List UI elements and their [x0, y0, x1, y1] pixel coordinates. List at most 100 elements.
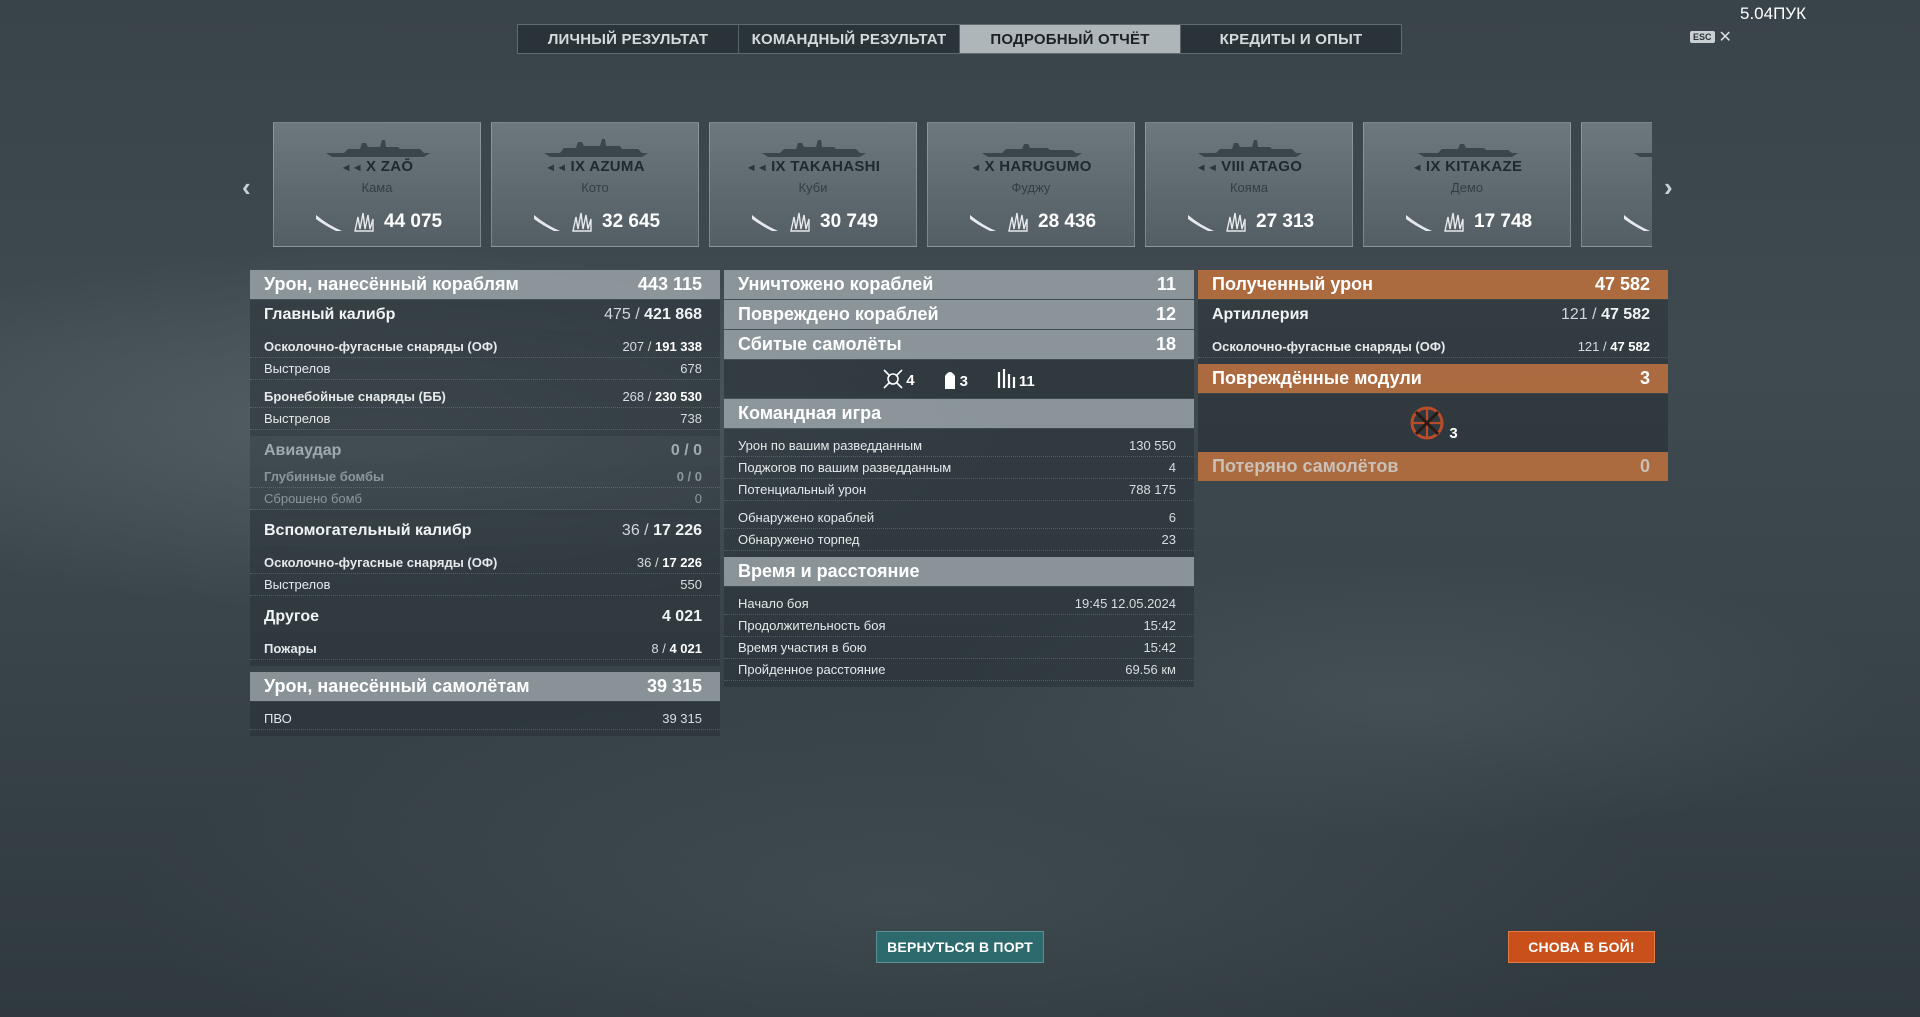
planes-shot-down-label: Сбитые самолёты	[738, 334, 902, 354]
damage-to-ships-value: 443 115	[637, 274, 702, 294]
other-damage-row: Другое 4 021	[250, 602, 720, 632]
team-row-label: Обнаружено кораблей	[738, 510, 875, 525]
splash-damage-icon	[354, 212, 374, 232]
team-row-value: 788 175	[1129, 482, 1176, 497]
ship-damage: 30 749	[820, 211, 879, 232]
team-row-value: 6	[1168, 510, 1176, 525]
fires-label: Пожары	[264, 641, 317, 656]
bombs-dropped-value: 0	[694, 491, 702, 506]
chevron-right-icon[interactable]: ›	[1664, 172, 1673, 203]
ships-destroyed-label: Уничтожено кораблей	[738, 274, 934, 294]
ship-card[interactable]: ◄◄ IX TAKAHASHI Куби 30 749	[709, 122, 917, 247]
planes-shot-down-value: 18	[1155, 334, 1176, 354]
team-row-label: Поджогов по вашим разведданным	[738, 460, 952, 475]
he-shells-label: Осколочно-фугасные снаряды (ОФ)	[264, 339, 498, 354]
player-name: Куби	[798, 180, 828, 195]
torpedo-hit-icon	[534, 215, 560, 231]
damage-to-ships-label: Урон, нанесённый кораблям	[264, 274, 519, 294]
battle-summary-panel: Уничтожено кораблей 11 Повреждено корабл…	[724, 270, 1194, 687]
received-he-value: 47 582	[1610, 339, 1650, 354]
time-row-value: 15:42	[1143, 640, 1176, 655]
torpedo-hit-icon	[752, 215, 778, 231]
team-row: Урон по вашим разведданным 130 550	[724, 435, 1194, 457]
ships-destroyed-value: 11	[1156, 274, 1176, 294]
ap-shells-hits: 268 /	[622, 389, 652, 404]
ships-damaged-value: 12	[1155, 304, 1176, 324]
team-row-value: 23	[1161, 532, 1176, 547]
damage-received-label: Полученный урон	[1212, 274, 1373, 294]
other-damage-value: 4 021	[661, 608, 702, 625]
secondary-shots-row: Выстрелов 550	[250, 574, 720, 596]
team-row-value: 4	[1168, 460, 1176, 475]
depth-charges-label: Глубинные бомбы	[264, 469, 385, 484]
splash-damage-icon	[572, 212, 592, 232]
airstrike-label: Авиаудар	[264, 442, 342, 459]
damage-to-planes-label: Урон, нанесённый самолётам	[264, 676, 530, 696]
ships-damaged-row: Повреждено кораблей 12	[724, 300, 1194, 329]
fires-row: Пожары 8 / 4 021	[250, 638, 720, 660]
time-row: Пройденное расстояние 69.56 км	[724, 659, 1194, 681]
close-icon[interactable]: ✕	[1719, 27, 1732, 47]
planes-shot-down-row: Сбитые самолёты 18	[724, 330, 1194, 359]
he-shots-value: 678	[680, 361, 702, 376]
main-battery-hits: 475 /	[604, 306, 640, 323]
ship-name: ◄◄ VIII ATAGO	[1195, 158, 1303, 175]
damaged-modules-label: Повреждённые модули	[1212, 368, 1422, 388]
crosshair-icon	[883, 369, 903, 389]
damage-received-value: 47 582	[1594, 274, 1650, 294]
damage-received-panel: Полученный урон 47 582 Артиллерия 121 / …	[1198, 270, 1668, 482]
secondary-he-hits: 36 /	[636, 555, 659, 570]
fires-hits: 8 /	[651, 641, 666, 656]
ship-card[interactable]: ◄◄ IX AZUMA Кото 32 645	[491, 122, 699, 247]
airstrike-value: 0 / 0	[670, 442, 702, 459]
esc-key-label: ESC	[1690, 31, 1715, 43]
ships-destroyed-row: Уничтожено кораблей 11	[724, 270, 1194, 299]
he-shells-row: Осколочно-фугасные снаряды (ОФ) 207 / 19…	[250, 336, 720, 358]
time-row-value: 19:45 12.05.2024	[1074, 596, 1176, 611]
close-button[interactable]: ESC ✕	[1690, 27, 1732, 47]
ship-card[interactable]: ◄◄ X ZAŌ Кама 44 075	[273, 122, 481, 247]
torpedo-hit-icon	[1188, 215, 1214, 231]
damage-received-header: Полученный урон 47 582	[1198, 270, 1668, 299]
team-row: Обнаружено кораблей 6	[724, 507, 1194, 529]
team-row: Поджогов по вашим разведданным 4	[724, 457, 1194, 479]
time-distance-label: Время и расстояние	[738, 561, 920, 581]
ship-card[interactable]: ◄ X HARUGUMO Фуджу 28 436	[927, 122, 1135, 247]
ship-card[interactable]: ◄ IX KITAKAZE Демо 17 748	[1363, 122, 1571, 247]
tab-team-result[interactable]: КОМАНДНЫЙ РЕЗУЛЬТАТ	[739, 25, 960, 53]
artillery-value: 47 582	[1601, 306, 1650, 323]
damaged-modules-list: 3	[1198, 394, 1668, 452]
ship-name: ◄◄ IX TAKAHASHI	[745, 158, 881, 175]
team-row-label: Потенциальный урон	[738, 482, 867, 497]
tab-credits-xp[interactable]: КРЕДИТЫ И ОПЫТ	[1181, 25, 1401, 53]
torpedo-hit-icon	[1406, 215, 1432, 231]
battle-again-button[interactable]: СНОВА В БОЙ!	[1508, 931, 1655, 963]
ship-card[interactable]: ◄◄ VIII ATAGO Коямa 27 313	[1145, 122, 1353, 247]
secondary-shots-label: Выстрелов	[264, 577, 331, 592]
ship-card-partial[interactable]	[1581, 122, 1652, 247]
splash-damage-icon	[1226, 212, 1246, 232]
depth-charges-value: 0 / 0	[676, 469, 702, 484]
chevron-left-icon[interactable]: ‹	[242, 172, 251, 203]
tab-personal-result[interactable]: ЛИЧНЫЙ РЕЗУЛЬТАТ	[518, 25, 739, 53]
torpedo-hit-icon	[316, 215, 342, 231]
secondary-battery-label: Вспомогательный калибр	[264, 522, 472, 539]
ship-name: ◄ X HARUGUMO	[970, 158, 1092, 175]
return-to-port-button[interactable]: ВЕРНУТЬСЯ В ПОРТ	[876, 931, 1044, 963]
ap-shells-value: 230 530	[655, 389, 702, 404]
damage-to-planes-value: 39 315	[646, 676, 702, 696]
fps-counter: 5.04ПУК	[1740, 4, 1807, 23]
ribbon-count: 4	[906, 372, 915, 389]
tab-detailed-report[interactable]: ПОДРОБНЫЙ ОТЧЁТ	[960, 25, 1181, 53]
ap-shells-row: Бронебойные снаряды (ББ) 268 / 230 530	[250, 386, 720, 408]
ship-damage: 44 075	[384, 211, 443, 232]
torpedo-hit-icon	[1624, 215, 1650, 231]
player-name: Коямa	[1229, 180, 1268, 195]
ap-shots-row: Выстрелов 738	[250, 408, 720, 430]
artillery-hits: 121 /	[1561, 306, 1597, 323]
ship-damage: 27 313	[1256, 211, 1315, 232]
main-battery-row: Главный калибр 475 / 421 868	[250, 300, 720, 330]
team-row-label: Обнаружено торпед	[738, 532, 860, 547]
ship-silhouette-icon	[1418, 144, 1518, 157]
ribbon: 3	[943, 368, 968, 390]
